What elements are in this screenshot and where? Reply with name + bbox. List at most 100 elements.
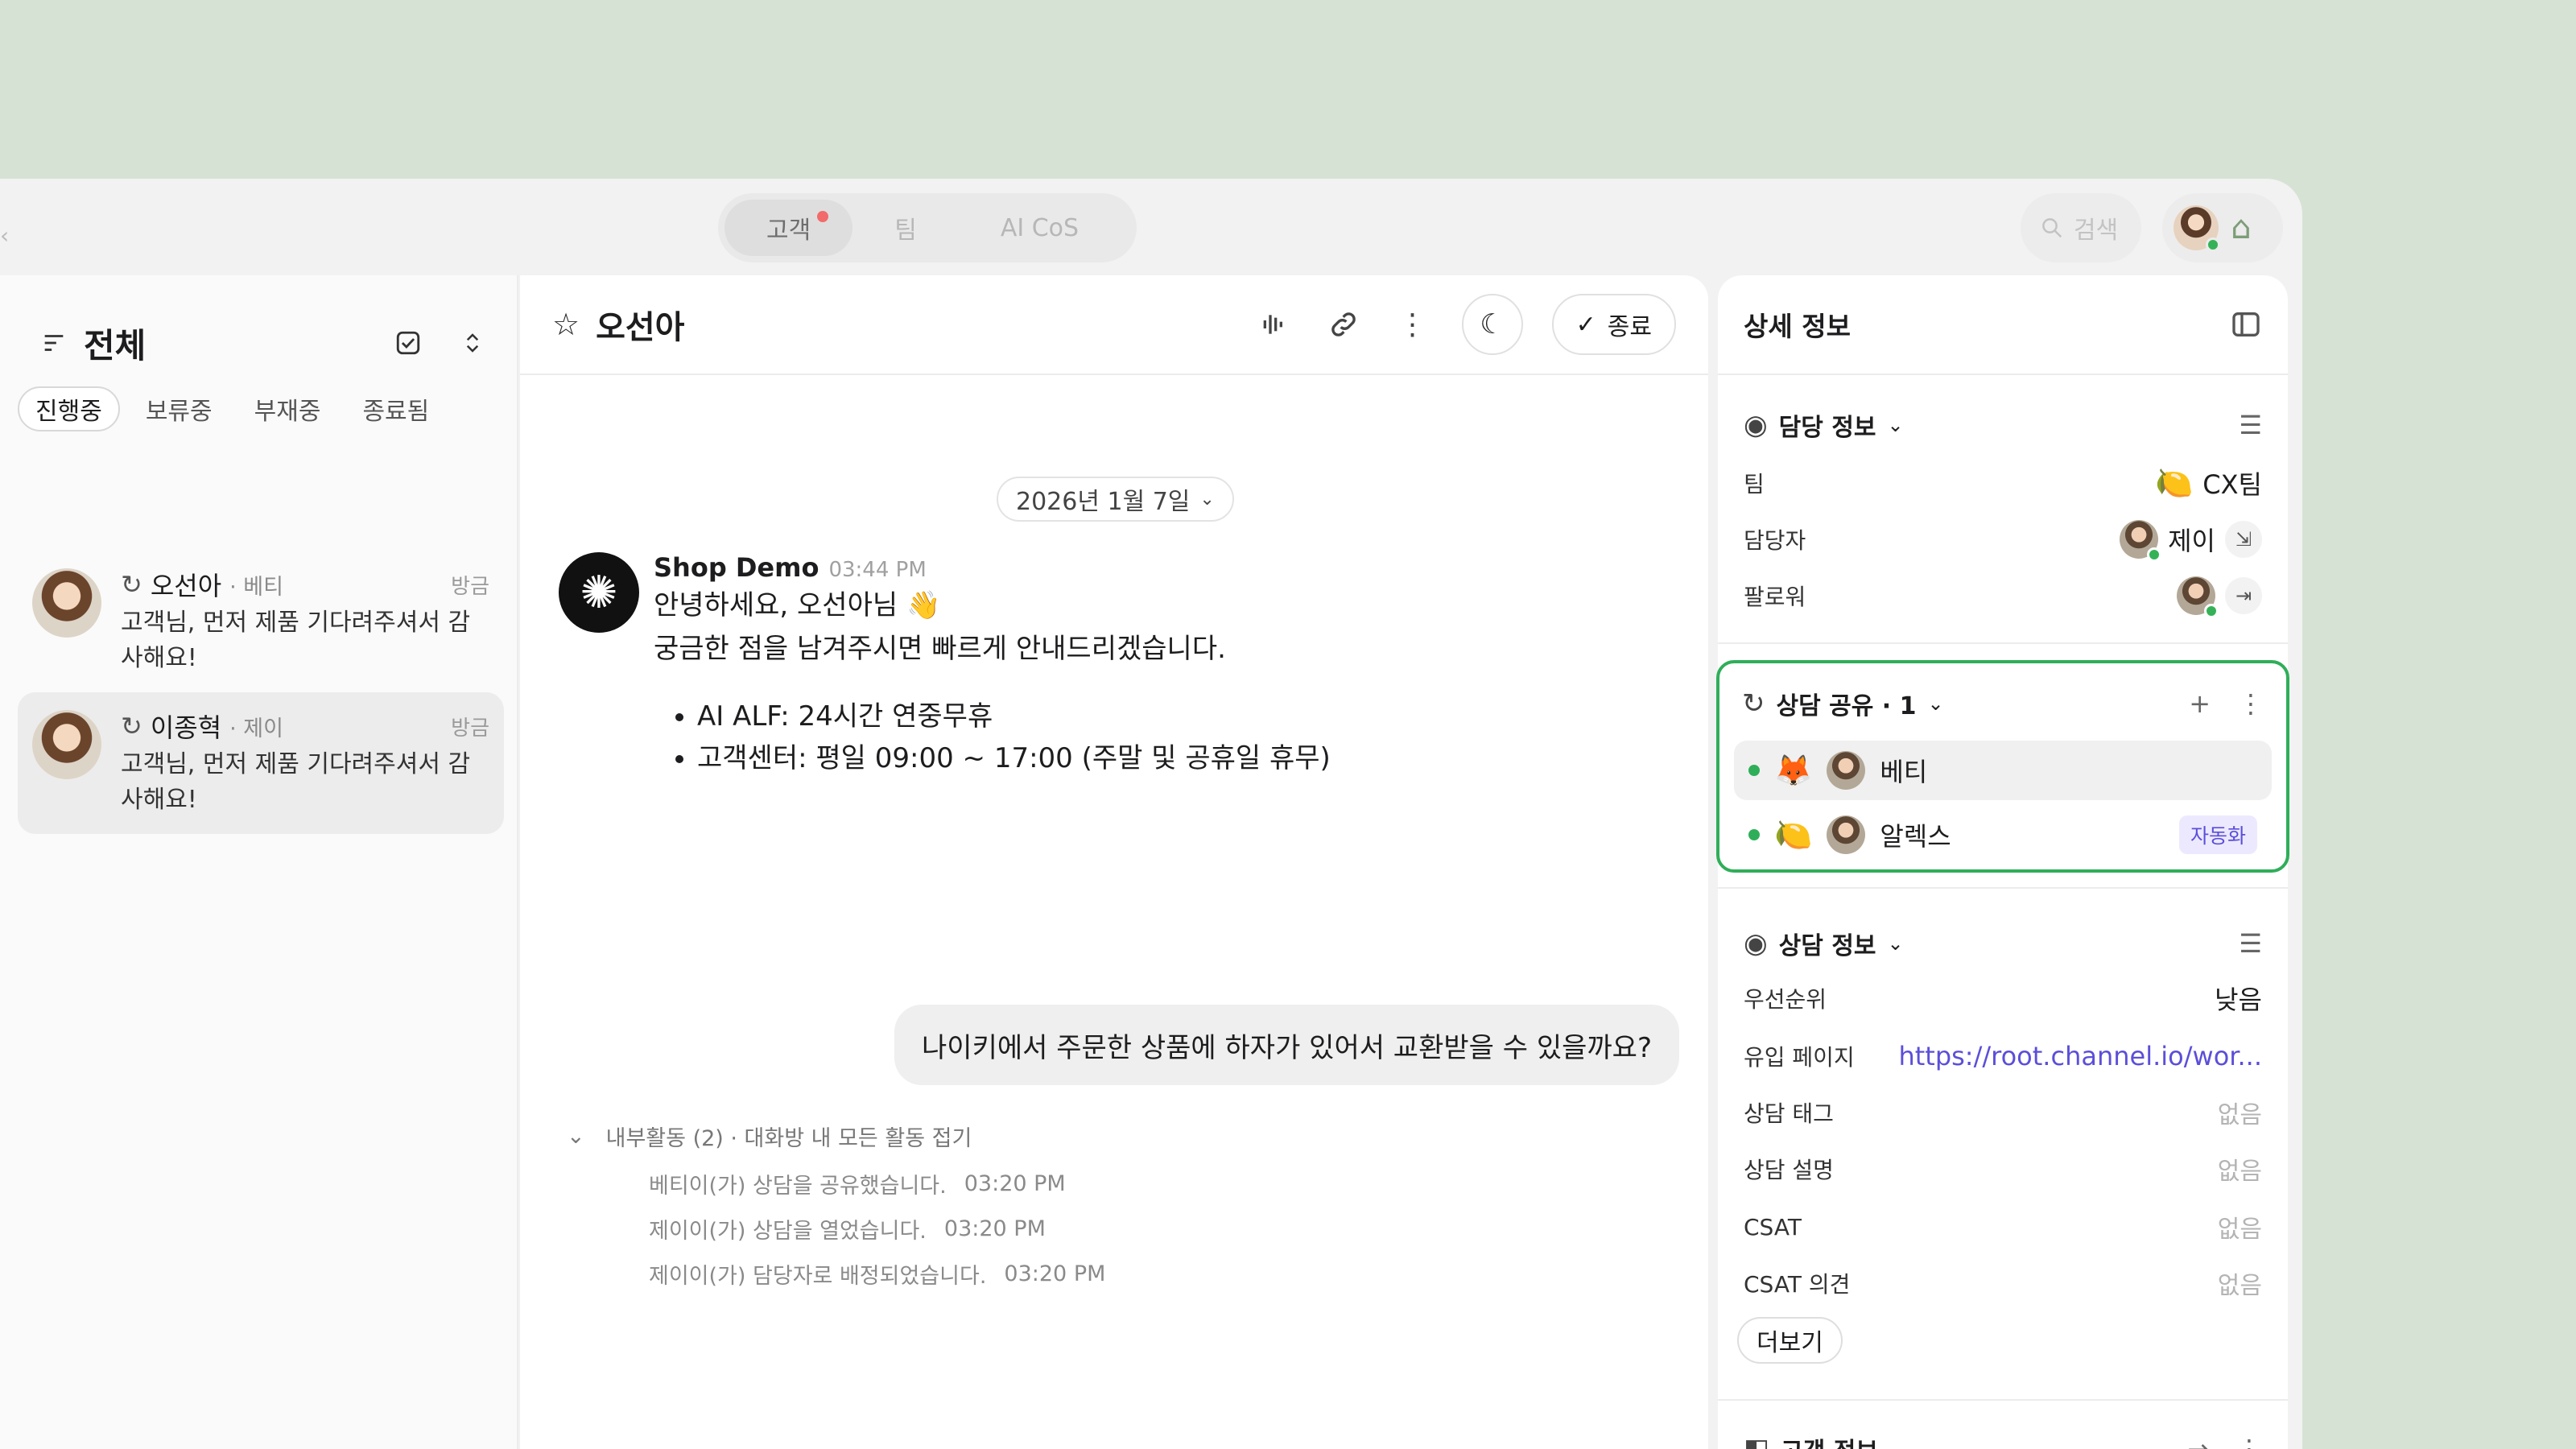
follower-row: 팔로워 ⇥: [1744, 572, 2262, 620]
expand-icon[interactable]: →: [2187, 1434, 2209, 1449]
assignee-row: 담당자 제이 ⇲: [1744, 515, 2262, 564]
close-conversation-button[interactable]: ✓ 종료: [1551, 294, 1676, 355]
status-tab-away[interactable]: 부재중: [238, 386, 337, 431]
status-tabs: 진행중 보류중 부재중 종료됨: [18, 386, 445, 431]
filter-icon[interactable]: [40, 329, 68, 357]
avatar: [1827, 751, 1866, 790]
chevron-down-icon: ⌄: [1887, 932, 1904, 955]
tab-team[interactable]: 팀: [852, 200, 959, 256]
search-button[interactable]: 검색: [2021, 193, 2141, 262]
divider: [1718, 1399, 2288, 1401]
share-icon: ↻: [121, 711, 142, 741]
back-arrow-icon[interactable]: ‹: [0, 222, 16, 270]
settings-sliders-icon[interactable]: ☰: [2239, 410, 2262, 440]
check-icon: ✓: [1575, 310, 1596, 339]
tab-customer[interactable]: 고객: [724, 200, 853, 256]
more-button[interactable]: 더보기: [1737, 1317, 1843, 1364]
sidebar-toggle-icon[interactable]: [2230, 308, 2262, 341]
sender-name: Shop Demo: [654, 552, 819, 583]
plus-icon[interactable]: +: [2189, 688, 2211, 719]
details-header: 상세 정보: [1718, 275, 2288, 375]
chat-header: ☆ 오선아 ⋮ ☾ ✓ 종료: [520, 275, 1708, 375]
chevron-down-icon: ⌄: [1199, 489, 1215, 510]
share-section-header[interactable]: ↻ 상담 공유 · 1 ⌄ + ⋮: [1742, 679, 2264, 728]
notification-dot: [817, 211, 829, 222]
more-vertical-icon[interactable]: ⋮: [2236, 1434, 2262, 1449]
assign-section-header[interactable]: ◉ 담당 정보 ⌄ ☰: [1744, 401, 2262, 449]
automation-badge: 자동화: [2178, 815, 2257, 854]
conversation-item[interactable]: ↻ 이종혁 · 제이 방금 고객님, 먼저 제품 기다려주셔서 감사해요!: [18, 692, 504, 834]
settings-sliders-icon[interactable]: ☰: [2239, 928, 2262, 959]
share-section: ↻ 상담 공유 · 1 ⌄ + ⋮ 🦊 베티 🍋 알렉스 자동화: [1716, 660, 2289, 873]
date-divider[interactable]: 2026년 1월 7일 ⌄: [997, 477, 1234, 522]
avatar: [32, 710, 101, 779]
avatar: [1827, 815, 1866, 854]
chevron-down-icon: ⌄: [1927, 692, 1944, 715]
message-time: 03:44 PM: [828, 558, 927, 582]
status-tab-open[interactable]: 진행중: [18, 386, 120, 431]
online-indicator: [1748, 765, 1760, 776]
activity-toggle[interactable]: ⌄ 내부활동 (2) · 대화방 내 모든 활동 접기: [567, 1121, 1105, 1152]
lemon-icon: 🍋: [1774, 816, 1813, 852]
lemon-icon: 🍋: [2154, 464, 2194, 501]
voice-icon[interactable]: [1254, 308, 1294, 341]
activity-log: ⌄ 내부활동 (2) · 대화방 내 모든 활동 접기 베티이(가) 상담을 공…: [567, 1121, 1106, 1289]
share-member-row[interactable]: 🍋 알렉스 자동화: [1734, 805, 2272, 865]
chevron-down-icon: ⌄: [567, 1124, 585, 1149]
message-line: 궁금한 점을 남겨주시면 빠르게 안내드리겠습니다.: [654, 633, 1226, 665]
csat-comment-row[interactable]: CSAT 의견 없음: [1744, 1259, 2262, 1307]
status-tab-closed[interactable]: 종료됨: [346, 386, 445, 431]
avatar: [2120, 520, 2162, 562]
more-vertical-icon[interactable]: ⋮: [2238, 688, 2264, 719]
customer-message: 나이키에서 주문한 상품에 하자가 있어서 교환받을 수 있을까요?: [894, 1005, 1679, 1085]
list-item: AI ALF: 24시간 연중무휴: [697, 696, 1331, 737]
bot-message: ✺ Shop Demo 03:44 PM 안녕하세요, 오선아님 👋 궁금한 점…: [559, 552, 1331, 779]
checkbox-icon[interactable]: [394, 329, 422, 357]
list-item: 고객센터: 평일 09:00 ~ 17:00 (주말 및 공휴일 휴무): [697, 737, 1331, 779]
chat-title: 오선아: [596, 309, 685, 346]
details-panel: 상세 정보 ◉ 담당 정보 ⌄ ☰ 팀 🍋 CX팀 담당자 제이 ⇲ 팔로워 ⇥…: [1716, 275, 2289, 1449]
divider: [1718, 887, 2288, 889]
star-icon[interactable]: ☆: [552, 307, 580, 342]
conversation-item[interactable]: ↻ 오선아 · 베티 방금 고객님, 먼저 제품 기다려주셔서 감사해요!: [18, 551, 504, 692]
avatar: [2174, 205, 2220, 252]
exit-icon[interactable]: ⇥: [2225, 577, 2262, 614]
workspace-icon: ⌂: [2231, 209, 2252, 246]
divider: [1718, 642, 2288, 644]
brand-logo-icon: ✺: [559, 552, 639, 633]
avatar: [2177, 576, 2219, 618]
consult-section-header[interactable]: ◉ 상담 정보 ⌄ ☰: [1744, 919, 2262, 968]
conversation-list-panel: 전체 진행중 보류중 부재중 종료됨 ↻ 오선아 · 베티 방금 고객님, 먼저…: [0, 275, 518, 1449]
online-indicator: [1748, 829, 1760, 840]
csat-row[interactable]: CSAT 없음: [1744, 1203, 2262, 1251]
unassign-icon[interactable]: ⇲: [2225, 521, 2262, 558]
share-icon: ↻: [1742, 687, 1765, 720]
snooze-button[interactable]: ☾: [1461, 294, 1523, 355]
app-window: ‹ 고객 팀 AI CoS 검색 ⌂ 전체 진행중 보류중 부재중 종료됨 ↻ …: [0, 179, 2302, 1449]
activity-item: 제이이(가) 담당자로 배정되었습니다. 03:20 PM: [649, 1261, 1106, 1289]
profile-switcher[interactable]: ⌂: [2162, 193, 2283, 262]
team-row: 팀 🍋 CX팀: [1744, 464, 2262, 501]
description-row[interactable]: 상담 설명 없음: [1744, 1145, 2262, 1193]
user-circle-icon: ◉: [1744, 927, 1768, 960]
link-icon[interactable]: [1323, 308, 1364, 341]
tab-ai-cos[interactable]: AI CoS: [959, 200, 1121, 256]
list-header: 전체: [40, 319, 485, 367]
avatar: [32, 568, 101, 638]
sort-icon[interactable]: [460, 329, 485, 357]
share-icon: ↻: [121, 569, 142, 600]
search-icon: [2042, 218, 2062, 238]
activity-item: 베티이(가) 상담을 공유했습니다. 03:20 PM: [649, 1170, 1066, 1199]
share-member-row[interactable]: 🦊 베티: [1734, 741, 2272, 800]
online-indicator: [2206, 237, 2220, 252]
top-tabs: 고객 팀 AI CoS: [718, 193, 1137, 262]
user-icon: ◧: [1744, 1433, 1770, 1449]
priority-row[interactable]: 우선순위 낮음: [1744, 974, 2262, 1022]
status-tab-snoozed[interactable]: 보류중: [130, 386, 229, 431]
more-vertical-icon[interactable]: ⋮: [1393, 308, 1433, 341]
message-bullets: AI ALF: 24시간 연중무휴 고객센터: 평일 09:00 ~ 17:00…: [654, 696, 1331, 779]
landing-page-link[interactable]: https://root.channel.io/wor...: [1898, 1041, 2262, 1071]
customer-section-header[interactable]: ◧ 고객 정보 →⋮: [1744, 1425, 2262, 1449]
tag-row[interactable]: 상담 태그 없음: [1744, 1088, 2262, 1137]
landing-page-row[interactable]: 유입 페이지 https://root.channel.io/wor...: [1744, 1032, 2262, 1080]
